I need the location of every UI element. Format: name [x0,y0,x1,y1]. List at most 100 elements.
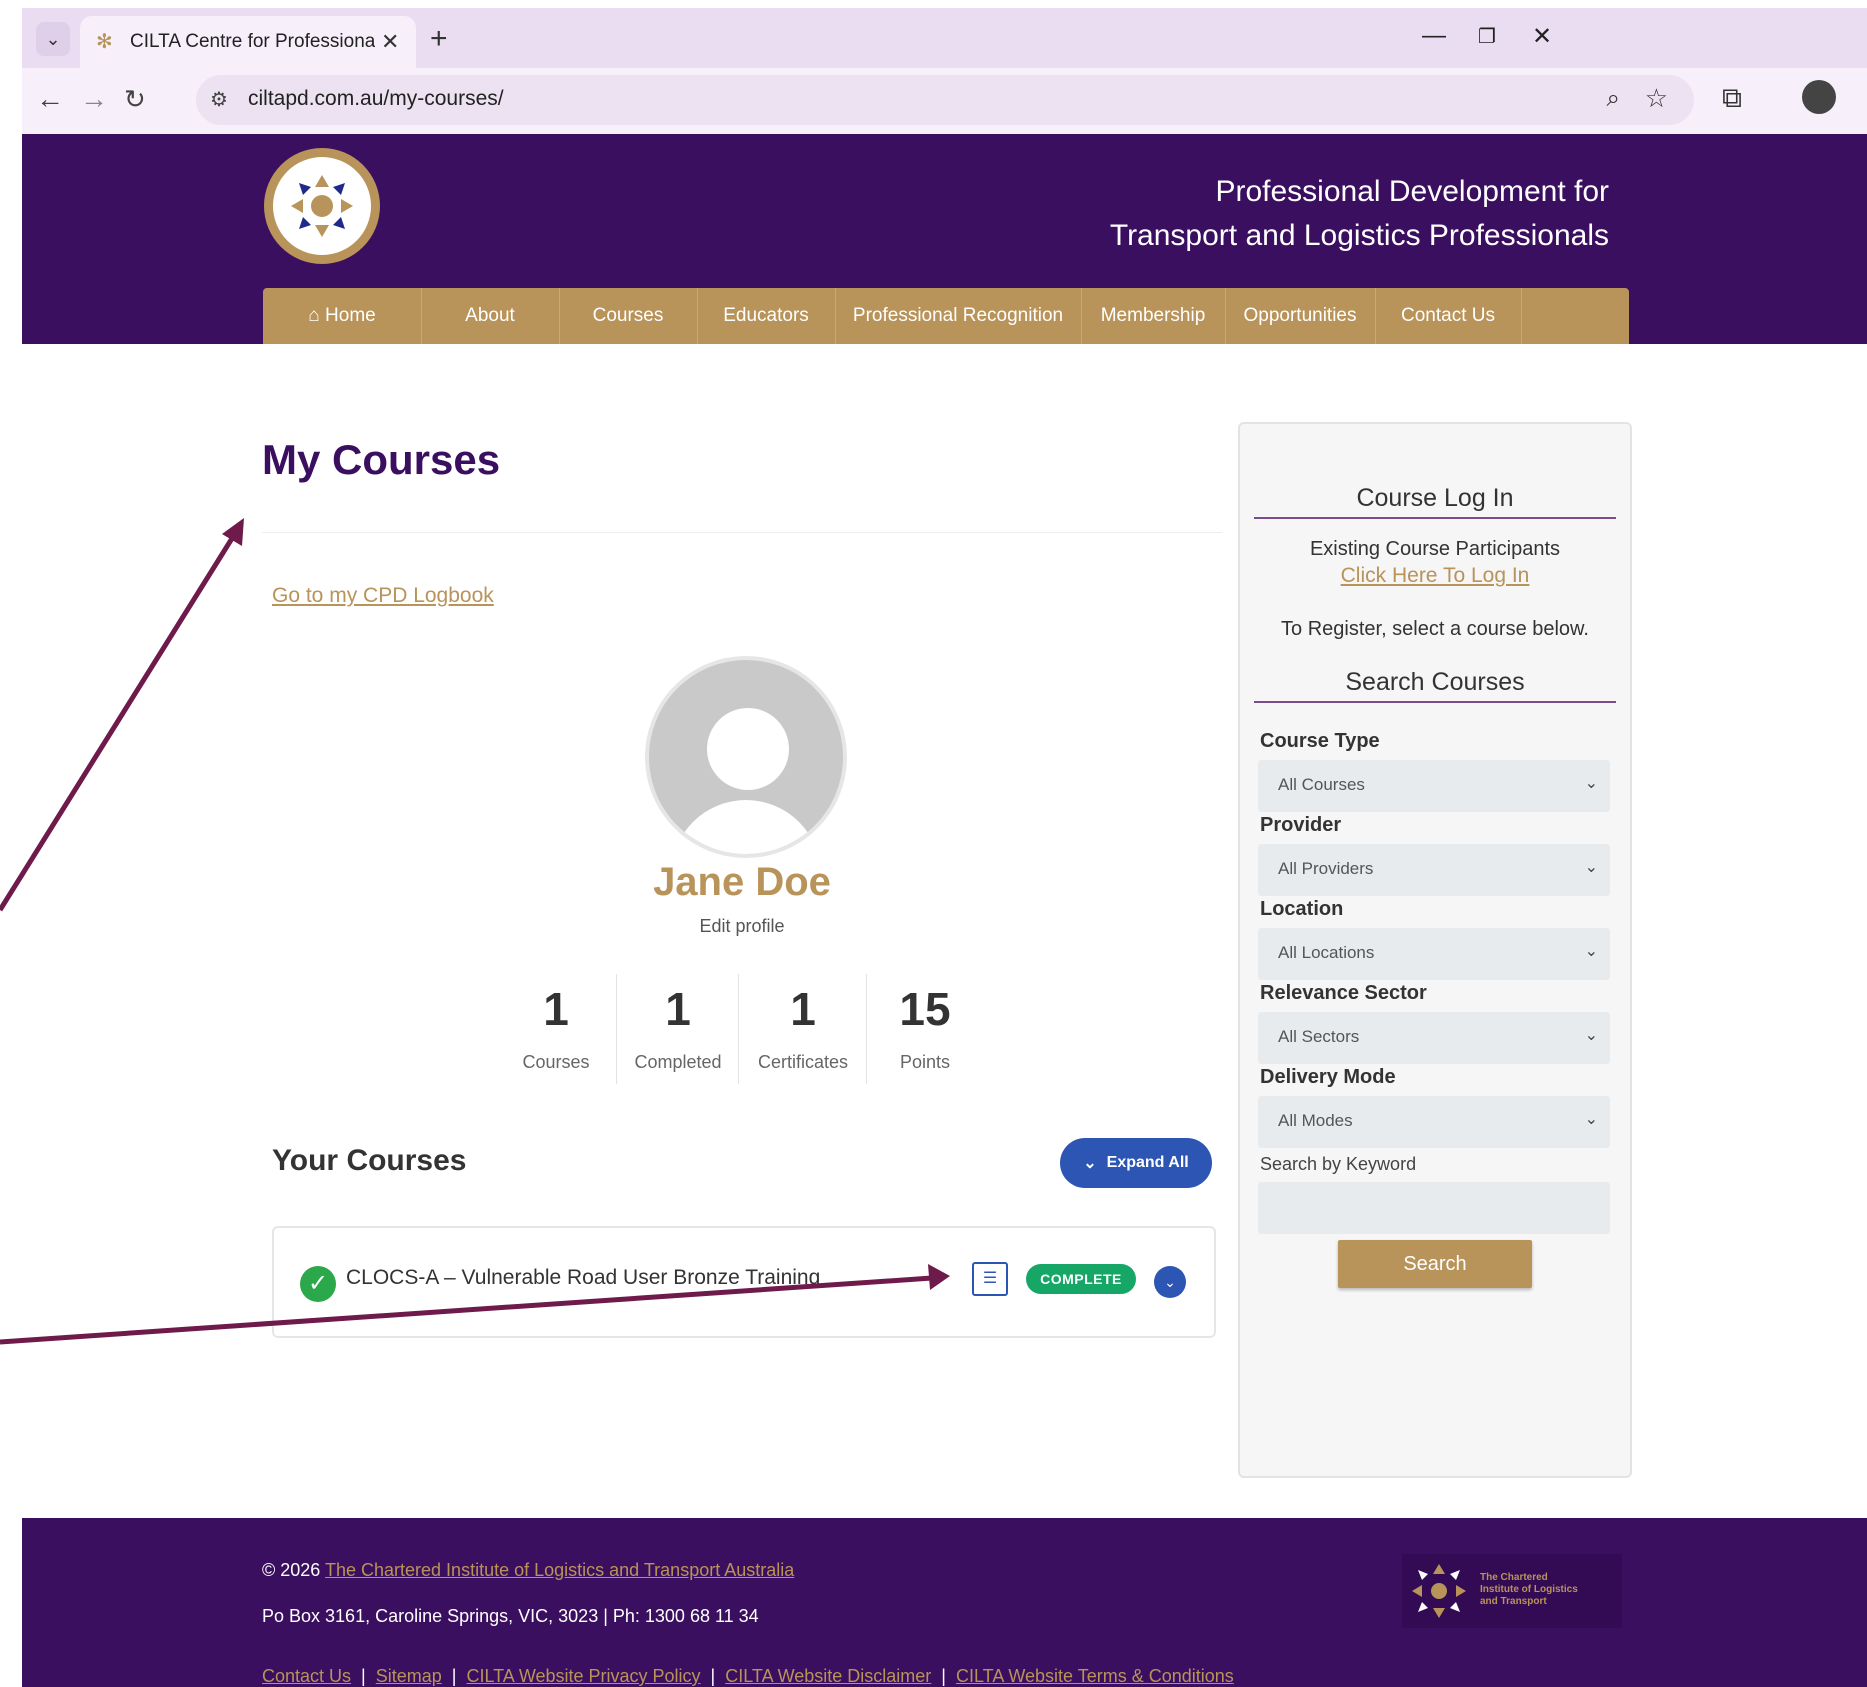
more-icon[interactable]: ⋮ [1856,78,1867,111]
cilta-logo[interactable] [264,148,380,264]
location-select[interactable]: All Locations ⌄ [1258,928,1610,980]
stat-points: 15 Points [870,974,980,1073]
footer-logo-mark [1412,1564,1466,1618]
your-courses-heading: Your Courses [272,1144,467,1177]
search-heading: Search Courses [1254,668,1616,703]
course-item[interactable]: ✓ CLOCS-A – Vulnerable Road User Bronze … [272,1226,1216,1338]
tagline-line-1: Professional Development for [1215,175,1609,208]
chevron-down-icon: ⌄ [1584,1027,1598,1044]
plus-icon[interactable]: + [430,22,448,56]
expand-all-label: Expand All [1106,1154,1189,1171]
tab-title: CILTA Centre for Professional D [130,31,375,52]
browser-chrome: ⌄ ✻ CILTA Centre for Professional D ✕ + … [22,8,1867,134]
nav-home[interactable]: ⌂ Home [263,288,422,344]
annotation-arrowhead-title [222,518,244,546]
home-icon: ⌂ [308,305,320,326]
annotation-arrow-title [0,530,239,912]
nav-courses[interactable]: Courses [559,288,698,344]
tagline-line-2: Transport and Logistics Professionals [1109,219,1609,252]
site-info-icon[interactable]: ⚙ [210,87,228,112]
site-header: Professional Development for Transport a… [22,134,1867,344]
minimize-icon[interactable]: — [1422,22,1446,50]
stat-value: 1 [543,983,569,1035]
nav-contact-us[interactable]: Contact Us [1375,288,1522,344]
course-name[interactable]: CLOCS-A – Vulnerable Road User Bronze Tr… [346,1266,820,1290]
stat-label: Completed [634,1052,722,1072]
footer-link-contact[interactable]: Contact Us [262,1666,351,1686]
back-icon[interactable]: ← [36,84,64,114]
delivery-mode-select[interactable]: All Modes ⌄ [1258,1096,1610,1148]
logo-line: The Chartered [1480,1572,1548,1583]
nav-educators[interactable]: Educators [697,288,836,344]
check-icon: ✓ [300,1266,336,1302]
footer-copyright: © 2026 The Chartered Institute of Logist… [262,1560,794,1581]
stat-separator [616,974,617,1084]
tab-search-icon[interactable]: ⌄ [36,22,70,56]
stat-separator [738,974,739,1084]
favicon-icon: ✻ [96,31,113,53]
select-value: All Courses [1278,775,1365,794]
stat-label: Points [899,1052,951,1072]
footer-link-sitemap[interactable]: Sitemap [376,1666,442,1686]
select-value: All Locations [1278,943,1375,962]
expand-all-button[interactable]: ⌄ Expand All [1060,1138,1212,1188]
address-bar[interactable]: ⚙ ciltapd.com.au/my-courses/ ⌕ ☆ [196,75,1694,125]
select-value: All Modes [1278,1111,1353,1130]
footer-link-terms[interactable]: CILTA Website Terms & Conditions [956,1666,1234,1686]
avatar-head [707,708,789,790]
status-badge: COMPLETE [1026,1264,1136,1294]
chevron-down-icon[interactable]: ⌄ [1154,1266,1186,1298]
footer-address: Po Box 3161, Caroline Springs, VIC, 3023… [262,1606,759,1626]
select-value: All Sectors [1278,1027,1360,1046]
footer-link-privacy[interactable]: CILTA Website Privacy Policy [466,1666,700,1686]
filter-label-provider: Provider [1260,814,1342,836]
chevron-down-icon: ⌄ [1584,943,1598,960]
extensions-icon[interactable]: ⧉ [1722,82,1742,115]
avatar [645,656,847,858]
cilta-link[interactable]: The Chartered Institute of Logistics and… [325,1560,794,1580]
nav-home-label: Home [325,305,376,326]
stat-separator [866,974,867,1084]
login-heading: Course Log In [1254,484,1616,519]
nav-about[interactable]: About [421,288,560,344]
provider-select[interactable]: All Providers ⌄ [1258,844,1610,896]
login-link[interactable]: Click Here To Log In [1240,564,1630,588]
cpd-logbook-link[interactable]: Go to my CPD Logbook [272,584,494,608]
main-nav: ⌂ Home About Courses Educators Professio… [263,288,1629,344]
chevron-down-icon: ⌄ [1584,775,1598,792]
window-close-icon[interactable]: ✕ [1532,22,1552,51]
restore-icon[interactable]: ❐ [1478,24,1496,49]
footer-link-disclaimer[interactable]: CILTA Website Disclaimer [725,1666,931,1686]
tab-strip: ⌄ ✻ CILTA Centre for Professional D ✕ + … [22,8,1867,68]
chevron-down-icon: ⌄ [1083,1155,1097,1172]
certificate-icon[interactable]: ☰ [972,1262,1008,1296]
search-button[interactable]: Search [1338,1240,1532,1288]
filter-label-sector: Relevance Sector [1260,982,1427,1004]
reload-icon[interactable]: ↻ [124,84,146,114]
stat-value: 15 [899,983,951,1035]
footer-logo-text: The Chartered Institute of Logistics and… [1480,1572,1578,1608]
url-text[interactable]: ciltapd.com.au/my-courses/ [248,87,504,111]
stat-courses: 1 Courses [506,974,606,1073]
edit-profile-link[interactable]: Edit profile [542,916,942,937]
profile-icon[interactable] [1802,80,1836,114]
zoom-icon[interactable]: ⌕ [1607,85,1620,113]
footer-links: Contact Us | Sitemap | CILTA Website Pri… [262,1666,1234,1686]
footer-logo: The Chartered Institute of Logistics and… [1402,1554,1622,1628]
star-icon[interactable]: ☆ [1645,83,1668,114]
nav-membership[interactable]: Membership [1081,288,1226,344]
sector-select[interactable]: All Sectors ⌄ [1258,1012,1610,1064]
browser-tab[interactable]: ✻ CILTA Centre for Professional D ✕ [80,16,416,68]
stat-label: Certificates [757,1052,849,1072]
logo-line: and Transport [1480,1596,1547,1607]
chevron-down-icon: ⌄ [1584,1111,1598,1128]
filter-label-delivery-mode: Delivery Mode [1260,1066,1396,1088]
filter-label-location: Location [1260,898,1344,920]
course-type-select[interactable]: All Courses ⌄ [1258,760,1610,812]
close-icon[interactable]: ✕ [381,29,399,55]
browser-toolbar: ← → ↻ ⚙ ciltapd.com.au/my-courses/ ⌕ ☆ ⧉… [22,68,1867,134]
forward-icon[interactable]: → [80,84,108,114]
nav-professional-recognition[interactable]: Professional Recognition [835,288,1082,344]
nav-opportunities[interactable]: Opportunities [1225,288,1376,344]
keyword-input[interactable] [1258,1182,1610,1234]
